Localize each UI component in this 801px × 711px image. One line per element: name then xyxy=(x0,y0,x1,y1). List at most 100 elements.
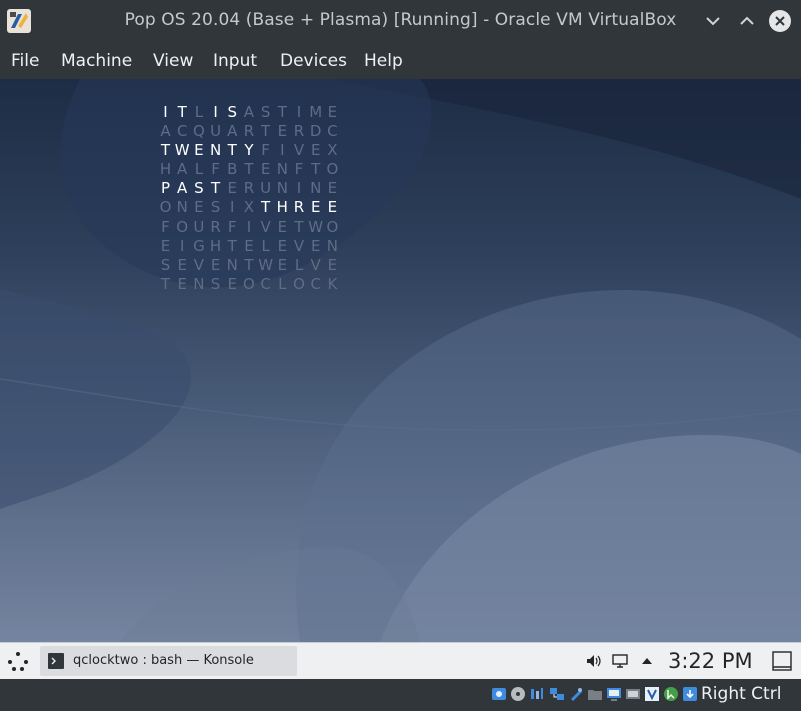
word-clock-letter: X xyxy=(327,141,338,160)
word-clock-letter: C xyxy=(310,274,321,293)
word-clock-letter: S xyxy=(210,198,221,217)
volume-icon[interactable] xyxy=(585,653,603,669)
word-clock-letter: N xyxy=(276,160,288,179)
word-clock-letter: N xyxy=(276,179,288,198)
word-clock-letter: A xyxy=(243,103,255,121)
minimize-icon[interactable] xyxy=(701,9,725,33)
usb-icon[interactable] xyxy=(568,686,584,702)
word-clock-letter: A xyxy=(177,179,188,198)
window-title: Pop OS 20.04 (Base + Plasma) [Running] -… xyxy=(124,10,677,30)
word-clock-letter: U xyxy=(193,217,205,236)
word-clock-letter: K xyxy=(327,274,338,293)
word-clock-letter: E xyxy=(160,236,171,255)
mouse-integration-icon[interactable] xyxy=(663,686,679,702)
word-clock-letter: T xyxy=(277,103,287,121)
menu-file[interactable]: File xyxy=(11,51,39,71)
word-clock-letter: F xyxy=(211,160,220,179)
menu-help[interactable]: Help xyxy=(364,51,403,71)
word-clock-letter: I xyxy=(163,103,168,121)
word-clock-letter: F xyxy=(161,217,170,236)
word-clock-row: PASTERUNINE xyxy=(158,179,340,198)
word-clock-letter: G xyxy=(193,236,205,255)
word-clock-letter: B xyxy=(227,160,238,179)
word-clock-letter: T xyxy=(210,179,221,198)
task-konsole[interactable]: qclocktwo : bash — Konsole xyxy=(40,646,297,676)
word-clock-letter: L xyxy=(194,160,204,179)
word-clock-letter: E xyxy=(177,274,187,293)
host-key-label[interactable]: Right Ctrl xyxy=(701,684,781,704)
word-clock-letter: U xyxy=(260,179,272,198)
maximize-icon[interactable] xyxy=(735,9,759,33)
word-clock-row: ACQUARTERDC xyxy=(158,122,340,141)
word-clock-letter: N xyxy=(310,179,322,198)
word-clock-letter: T xyxy=(177,103,187,121)
word-clock-letter: N xyxy=(193,274,205,293)
word-clock-letter: R xyxy=(243,179,255,198)
word-clock-letter: T xyxy=(244,160,254,179)
word-clock-row: TWENTYFIVEX xyxy=(158,141,340,160)
word-clock-letter: E xyxy=(310,236,321,255)
show-desktop-icon[interactable] xyxy=(771,650,793,672)
word-clock-letter: V xyxy=(293,141,305,160)
word-clock-letter: S xyxy=(210,274,221,293)
optical-drive-icon[interactable] xyxy=(510,686,526,702)
word-clock-letter: E xyxy=(194,198,204,217)
recording-icon[interactable] xyxy=(625,686,641,702)
application-launcher-icon[interactable] xyxy=(5,649,31,675)
word-clock-letter: E xyxy=(327,198,338,217)
word-clock-letter: I xyxy=(296,179,302,198)
panel-clock[interactable]: 3:22 PM xyxy=(668,649,753,673)
guest-taskbar: qclocktwo : bash — Konsole 3:22 PM xyxy=(0,642,801,679)
word-clock-letter: A xyxy=(160,122,171,141)
word-clock-letter: V xyxy=(260,217,271,236)
hard-disk-icon[interactable] xyxy=(491,686,507,702)
word-clock-letter: P xyxy=(160,179,171,198)
word-clock-letter: V xyxy=(310,255,321,274)
word-clock-row: HALFBTENFTO xyxy=(158,160,340,179)
word-clock-letter: O xyxy=(326,217,339,236)
word-clock-letter: E xyxy=(210,255,221,274)
word-clock-letter: L xyxy=(294,255,304,274)
word-clock-letter: R xyxy=(210,217,221,236)
word-clock-letter: F xyxy=(261,141,270,160)
word-clock-letter: E xyxy=(327,255,338,274)
virtualization-icon[interactable] xyxy=(644,686,660,702)
word-clock-letter: E xyxy=(260,160,271,179)
display-icon[interactable] xyxy=(606,686,622,702)
word-clock-letter: O xyxy=(326,160,339,179)
close-icon[interactable] xyxy=(768,9,792,33)
word-clock-letter: W xyxy=(258,255,274,274)
audio-icon[interactable] xyxy=(529,686,545,702)
word-clock-letter: T xyxy=(244,255,254,274)
menu-bar: File Machine View Input Devices Help xyxy=(0,42,801,79)
word-clock-letter: L xyxy=(194,103,204,121)
word-clock-letter: W xyxy=(308,217,324,236)
shared-folders-icon[interactable] xyxy=(587,686,603,702)
word-clock-letter: T xyxy=(227,141,237,160)
word-clock-letter: F xyxy=(227,217,237,236)
word-clock-letter: N xyxy=(209,141,222,160)
expand-tray-icon[interactable] xyxy=(638,653,656,669)
word-clock-letter: E xyxy=(227,274,237,293)
vm-status-bar: Right Ctrl xyxy=(0,679,801,711)
guest-desktop[interactable]: ITLISASTIMEACQUARTERDCTWENTYFIVEXHALFBTE… xyxy=(0,79,801,642)
terminal-icon xyxy=(48,653,64,669)
word-clock-letter: E xyxy=(277,217,288,236)
display-icon[interactable] xyxy=(611,653,629,669)
word-clock-letter: M xyxy=(309,103,323,121)
word-clock-letter: R xyxy=(293,198,305,217)
word-clock-letter: T xyxy=(261,122,271,141)
menu-view[interactable]: View xyxy=(153,51,193,71)
network-icon[interactable] xyxy=(549,686,565,702)
menu-devices[interactable]: Devices xyxy=(280,51,347,71)
word-clock-letter: D xyxy=(309,122,322,141)
word-clock-letter: V xyxy=(293,236,305,255)
menu-machine[interactable]: Machine xyxy=(61,51,132,71)
word-clock-letter: I xyxy=(213,103,218,121)
word-clock-letter: E xyxy=(244,236,254,255)
menu-input[interactable]: Input xyxy=(213,51,257,71)
word-clock-letter: O xyxy=(293,274,305,293)
word-clock-letter: T xyxy=(160,141,171,160)
keyboard-capture-icon[interactable] xyxy=(682,686,698,702)
word-clock-letter: S xyxy=(227,103,238,121)
